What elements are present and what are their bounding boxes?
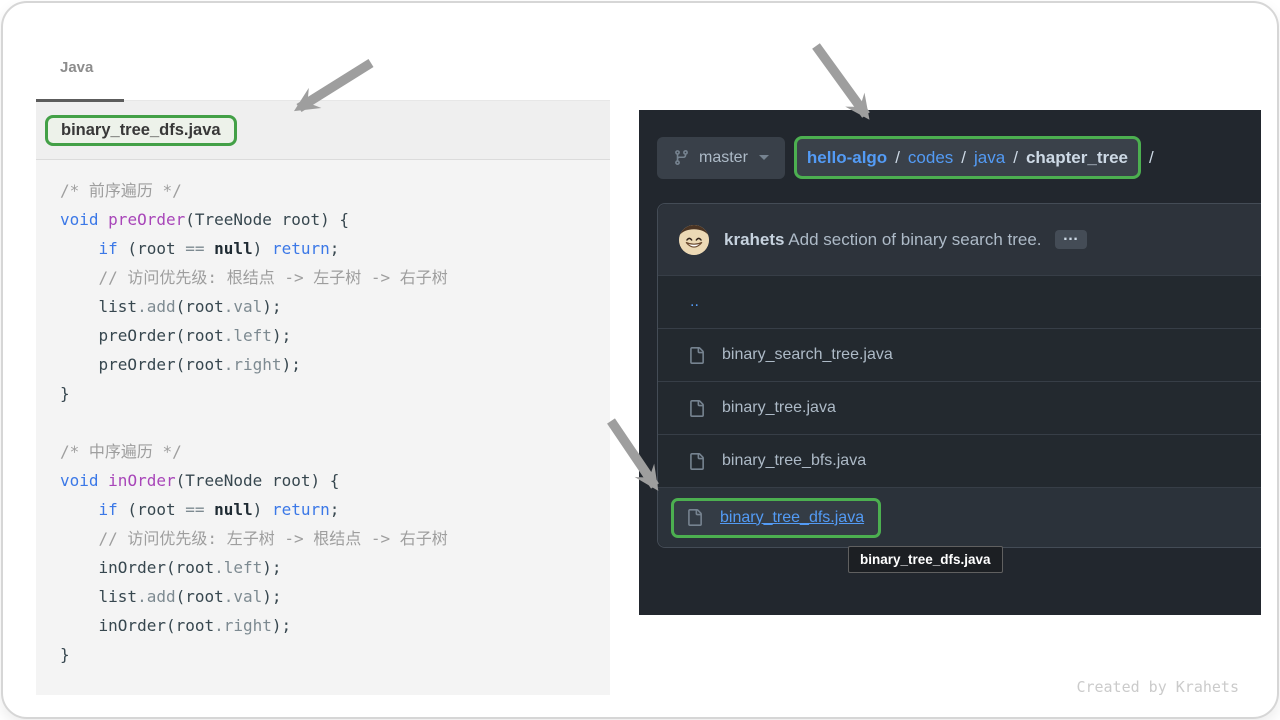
breadcrumb: hello-algo / codes / java / chapter_tree: [807, 148, 1128, 168]
breadcrumb-link-codes[interactable]: codes: [908, 148, 953, 167]
code-panel: Java binary_tree_dfs.java /* 前序遍历 */void…: [36, 51, 610, 695]
file-row[interactable]: binary_tree_dfs.java: [658, 487, 1261, 547]
tooltip: binary_tree_dfs.java: [848, 546, 1003, 573]
code-line: void inOrder(TreeNode root) {: [60, 466, 600, 495]
code-line: [60, 408, 600, 437]
code-line: preOrder(root.left);: [60, 321, 600, 350]
file-row[interactable]: binary_tree_bfs.java: [658, 434, 1261, 487]
file-name[interactable]: binary_tree_bfs.java: [722, 452, 866, 470]
breadcrumb-trailing-slash: /: [1149, 148, 1154, 168]
commit-message-link[interactable]: Add section of binary search tree.: [788, 230, 1041, 249]
annotation-arrow-breadcrumb: [816, 46, 866, 115]
file-icon: [688, 400, 705, 417]
breadcrumb-current: chapter_tree: [1026, 148, 1128, 167]
breadcrumb-link-hello-algo[interactable]: hello-algo: [807, 148, 887, 167]
code-line: // 访问优先级: 左子树 -> 根结点 -> 右子树: [60, 524, 600, 553]
github-file-browser: master hello-algo / codes / java / chapter_tre…: [639, 110, 1261, 615]
code-line: inOrder(root.left);: [60, 553, 600, 582]
code-line: list.add(root.val);: [60, 292, 600, 321]
code-tab-bar: Java: [36, 51, 610, 101]
active-tab-underline: [36, 99, 124, 102]
commit-author-link[interactable]: krahets: [724, 230, 784, 249]
code-line: preOrder(root.right);: [60, 350, 600, 379]
breadcrumb-separator: /: [895, 148, 900, 167]
file-highlight-box: binary_tree_dfs.java: [671, 498, 881, 538]
file-row[interactable]: ..: [658, 275, 1261, 328]
tab-java[interactable]: Java: [60, 59, 93, 76]
chevron-down-icon: [759, 155, 769, 160]
file-icon: [688, 347, 705, 364]
file-link[interactable]: binary_tree_dfs.java: [720, 509, 864, 527]
code-line: list.add(root.val);: [60, 582, 600, 611]
code-line: }: [60, 640, 600, 669]
code-line: /* 中序遍历 */: [60, 437, 600, 466]
avatar[interactable]: [679, 225, 709, 255]
file-row[interactable]: binary_search_tree.java: [658, 328, 1261, 381]
breadcrumb-separator: /: [1013, 148, 1018, 167]
code-line: }: [60, 379, 600, 408]
parent-dir-link[interactable]: ..: [690, 293, 699, 311]
file-name[interactable]: binary_tree.java: [722, 399, 836, 417]
branch-selector-button[interactable]: master: [657, 137, 785, 179]
code-title-bar: binary_tree_dfs.java: [36, 101, 610, 160]
repo-toolbar: master hello-algo / codes / java / chapter_tre…: [657, 136, 1154, 179]
file-name[interactable]: binary_search_tree.java: [722, 346, 893, 364]
code-line: if (root == null) return;: [60, 234, 600, 263]
code-line: void preOrder(TreeNode root) {: [60, 205, 600, 234]
code-line: inOrder(root.right);: [60, 611, 600, 640]
code-line: // 访问优先级: 根结点 -> 左子树 -> 右子树: [60, 263, 600, 292]
breadcrumb-highlight-box: hello-algo / codes / java / chapter_tree: [794, 136, 1141, 179]
file-list: .. binary_search_tree.java binary_tree.jav…: [658, 275, 1261, 547]
avatar-face-image: [679, 225, 709, 255]
git-branch-icon: [673, 149, 690, 166]
breadcrumb-separator: /: [961, 148, 966, 167]
file-row[interactable]: binary_tree.java: [658, 381, 1261, 434]
breadcrumb-link-java[interactable]: java: [974, 148, 1005, 167]
latest-commit-bar: krahets Add section of binary search tre…: [658, 204, 1261, 275]
code-line: if (root == null) return;: [60, 495, 600, 524]
file-list-card: krahets Add section of binary search tre…: [657, 203, 1261, 548]
file-icon: [686, 509, 703, 526]
commit-message-row: krahets Add section of binary search tre…: [724, 230, 1042, 250]
file-title: binary_tree_dfs.java: [61, 121, 221, 139]
commit-more-button[interactable]: …: [1055, 230, 1087, 249]
code-block: /* 前序遍历 */void preOrder(TreeNode root) {…: [36, 160, 610, 695]
credit-text: Created by Krahets: [1076, 678, 1239, 696]
screenshot-card: Java binary_tree_dfs.java /* 前序遍历 */void…: [1, 1, 1279, 719]
branch-label: master: [699, 149, 748, 167]
file-title-highlight-box: binary_tree_dfs.java: [45, 115, 237, 146]
file-icon: [688, 453, 705, 470]
code-line: /* 前序遍历 */: [60, 176, 600, 205]
